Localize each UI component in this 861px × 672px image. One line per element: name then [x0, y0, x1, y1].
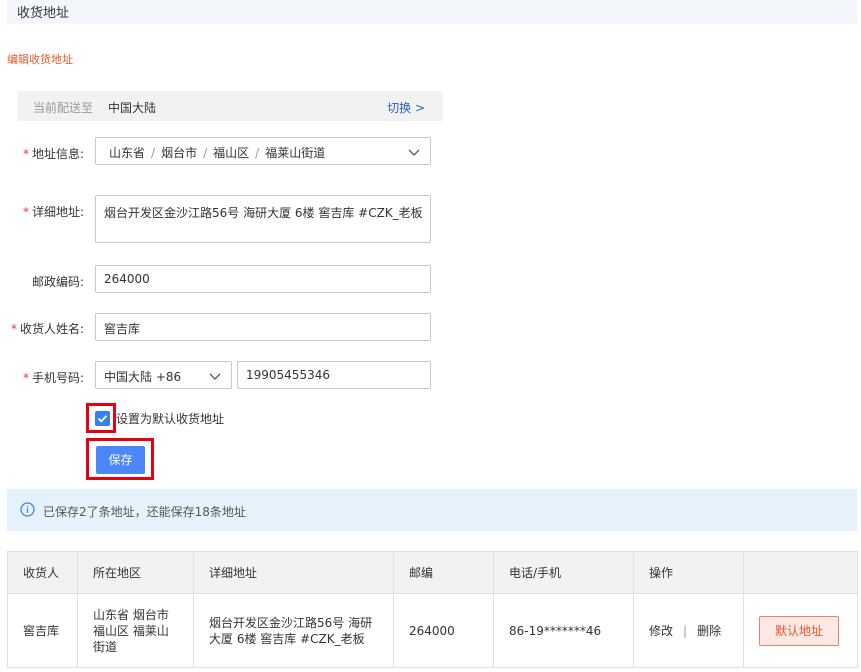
receiver-name-input[interactable]: 窖吉库: [95, 313, 431, 341]
address-select[interactable]: 山东省 / 烟台市 / 福山区 / 福莱山街道: [95, 137, 431, 165]
section-title: 编辑收货地址: [7, 53, 73, 66]
info-message: 已保存2了条地址，还能保存18条地址: [43, 505, 246, 519]
row-postcode: 264000: [393, 593, 494, 668]
page-title: 收货地址: [17, 6, 70, 21]
phone-label: * 手机号码:: [22, 371, 84, 385]
default-checkbox-highlight: [86, 403, 116, 433]
postcode-value: 264000: [104, 272, 150, 286]
phone-number-input[interactable]: 19905455346: [237, 361, 431, 389]
chevron-down-icon: [209, 370, 221, 382]
receiver-name-value: 窖吉库: [104, 322, 141, 336]
save-button-highlight: 保存: [86, 438, 154, 480]
address-parts: 山东省 / 烟台市 / 福山区 / 福莱山街道: [109, 146, 326, 160]
chevron-down-icon: [408, 146, 420, 158]
delivery-value: 中国大陆: [108, 101, 157, 115]
postcode-label: 邮政编码:: [31, 275, 84, 289]
row-phone: 86-19*******46: [493, 593, 634, 668]
district: 福山区: [213, 146, 250, 160]
postcode-input[interactable]: 264000: [95, 265, 431, 293]
receiver-label: * 收货人姓名:: [10, 322, 84, 336]
delivery-bar: 当前配送至 中国大陆 切换 >: [17, 91, 443, 121]
province: 山东省: [109, 146, 146, 160]
col-phone: 电话/手机: [493, 551, 634, 594]
row-address: 烟台开发区金沙江路56号 海研大厦 6楼 窖吉库 #CZK_老板: [193, 593, 394, 668]
row-actions: 修改 | 删除: [633, 593, 744, 668]
detail-address-label: * 详细地址:: [22, 205, 84, 219]
check-icon: [97, 415, 108, 423]
row-default-cell: 默认地址: [743, 593, 858, 668]
default-address-checkbox[interactable]: [95, 411, 110, 426]
phone-number-value: 19905455346: [246, 368, 330, 382]
col-default: [743, 551, 858, 594]
info-bar: 已保存2了条地址，还能保存18条地址: [7, 489, 857, 531]
edit-link[interactable]: 修改: [649, 624, 673, 638]
default-address-button[interactable]: 默认地址: [759, 615, 839, 646]
table-row: 窖吉库 山东省 烟台市 福山区 福莱山 街道 烟台开发区金沙江路56号 海研大厦…: [7, 593, 858, 668]
col-receiver: 收货人: [7, 551, 78, 594]
default-address-label: 设置为默认收货地址: [116, 412, 225, 426]
save-button[interactable]: 保存: [96, 446, 145, 474]
switch-region-link[interactable]: 切换 >: [387, 99, 425, 116]
detail-address-textarea[interactable]: 烟台开发区金沙江路56号 海研大厦 6楼 窖吉库 #CZK_老板: [95, 195, 431, 243]
address-table: 收货人 所在地区 详细地址 邮编 电话/手机 操作 窖吉库 山东省 烟台市 福山…: [7, 551, 858, 668]
delivery-label: 当前配送至: [33, 101, 94, 115]
info-icon: [20, 502, 35, 517]
delete-link[interactable]: 删除: [697, 624, 721, 638]
page-header: 收货地址: [7, 0, 857, 24]
street: 福莱山街道: [265, 146, 326, 160]
required-mark: *: [22, 147, 29, 161]
col-actions: 操作: [633, 551, 744, 594]
detail-address-value: 烟台开发区金沙江路56号 海研大厦 6楼 窖吉库 #CZK_老板: [104, 206, 423, 220]
table-header-row: 收货人 所在地区 详细地址 邮编 电话/手机 操作: [7, 551, 858, 594]
col-postcode: 邮编: [393, 551, 494, 594]
city: 烟台市: [161, 146, 198, 160]
phone-region-select[interactable]: 中国大陆 +86: [95, 361, 232, 389]
row-name: 窖吉库: [7, 593, 78, 668]
address-info-label: * 地址信息:: [22, 147, 84, 161]
col-region: 所在地区: [77, 551, 194, 594]
col-address: 详细地址: [193, 551, 394, 594]
row-region: 山东省 烟台市 福山区 福莱山 街道: [77, 593, 194, 668]
phone-region-value: 中国大陆 +86: [104, 370, 182, 384]
